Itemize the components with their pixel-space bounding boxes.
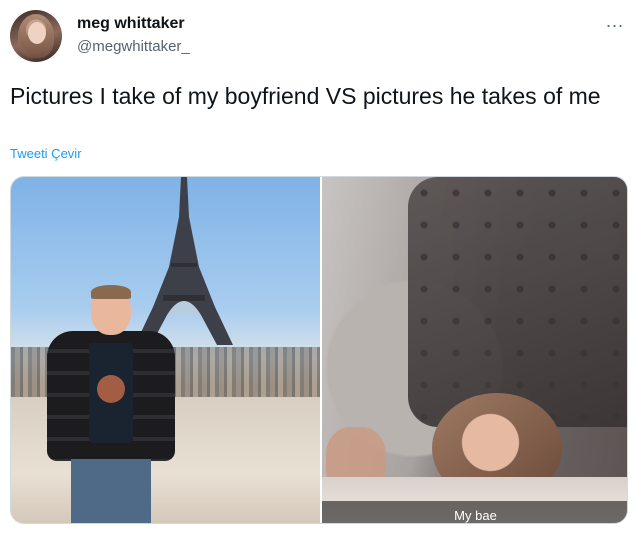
translate-tweet-link[interactable]: Tweeti Çevir [10,146,82,162]
avatar[interactable] [10,10,62,62]
tweet-text: Pictures I take of my boyfriend VS pictu… [10,83,601,109]
author-handle[interactable]: @megwhittaker_ [77,37,190,57]
headboard [408,177,627,427]
boyfriend-figure [41,285,181,523]
media-grid: My bae [10,176,628,524]
jeans [71,459,151,523]
hair [91,285,131,299]
more-options-button[interactable]: ... [600,11,630,34]
more-horizontal-icon: ... [605,11,624,31]
author-name[interactable]: meg whittaker [77,14,185,34]
photo-caption: My bae [454,508,497,523]
photo-boyfriend-eiffel-tower[interactable] [11,177,320,523]
tweet: meg whittaker @megwhittaker_ ... Picture… [0,0,635,538]
shirt-print [97,375,125,403]
photo-girlfriend-blurry[interactable]: My bae [322,177,627,523]
avatar-face [28,22,46,44]
